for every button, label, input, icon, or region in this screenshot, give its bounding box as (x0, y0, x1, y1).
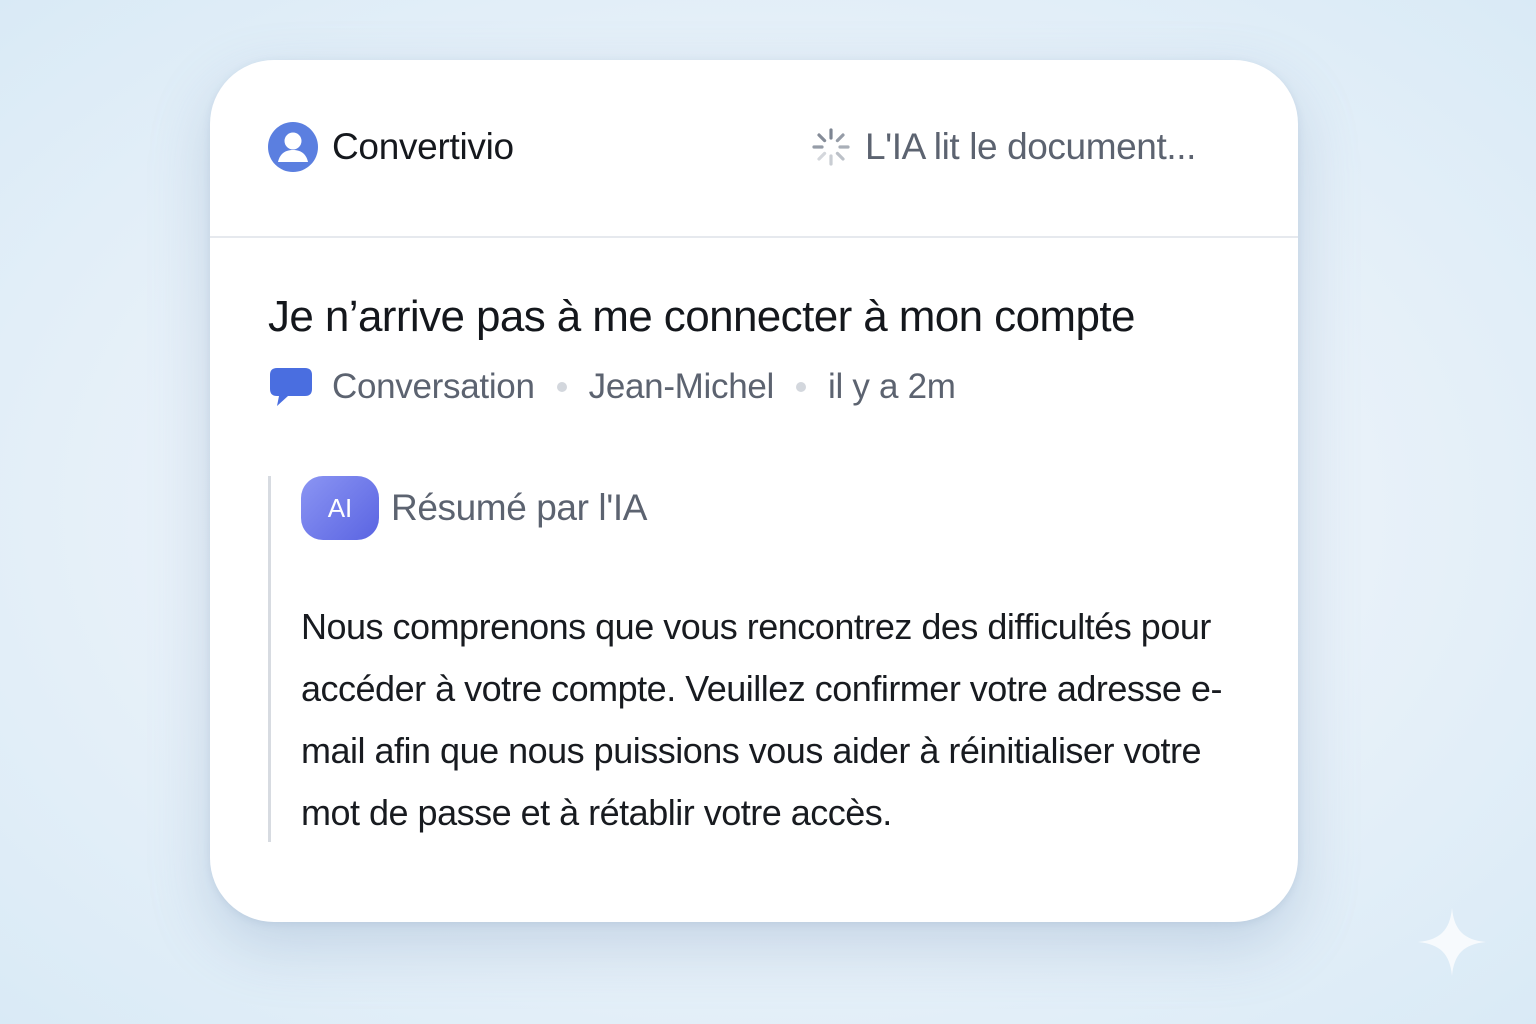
user-avatar-icon (268, 122, 318, 172)
brand-name: Convertivio (332, 126, 514, 167)
ticket-meta: Conversation Jean-Michel il y a 2m (268, 362, 956, 412)
summary-label: Résumé par l'IA (391, 487, 648, 528)
sparkle-icon (1418, 908, 1486, 976)
brand: Convertivio (268, 122, 514, 172)
ai-badge: AI (301, 476, 379, 540)
separator-dot (796, 382, 807, 392)
card-header: Convertivio L'IA lit le document... (210, 60, 1298, 238)
timestamp: il y a 2m (828, 367, 956, 406)
ai-summary: AI Résumé par l'IA Nous comprenons que v… (268, 476, 1231, 842)
ticket-card: Convertivio L'IA lit le document... Je n… (210, 60, 1298, 922)
summary-header: AI Résumé par l'IA (301, 476, 647, 540)
ai-status: L'IA lit le document... (811, 122, 1196, 172)
separator-dot (556, 382, 567, 392)
loading-spinner-icon (811, 127, 851, 167)
summary-text: Nous comprenons que vous rencontrez des … (301, 606, 1222, 833)
ticket-title: Je n’arrive pas à me connecter à mon com… (268, 292, 1135, 341)
conversation-type: Conversation (332, 367, 535, 406)
chat-bubble-icon (268, 364, 314, 410)
status-text: L'IA lit le document... (864, 126, 1196, 167)
author-name[interactable]: Jean-Michel (589, 367, 775, 407)
